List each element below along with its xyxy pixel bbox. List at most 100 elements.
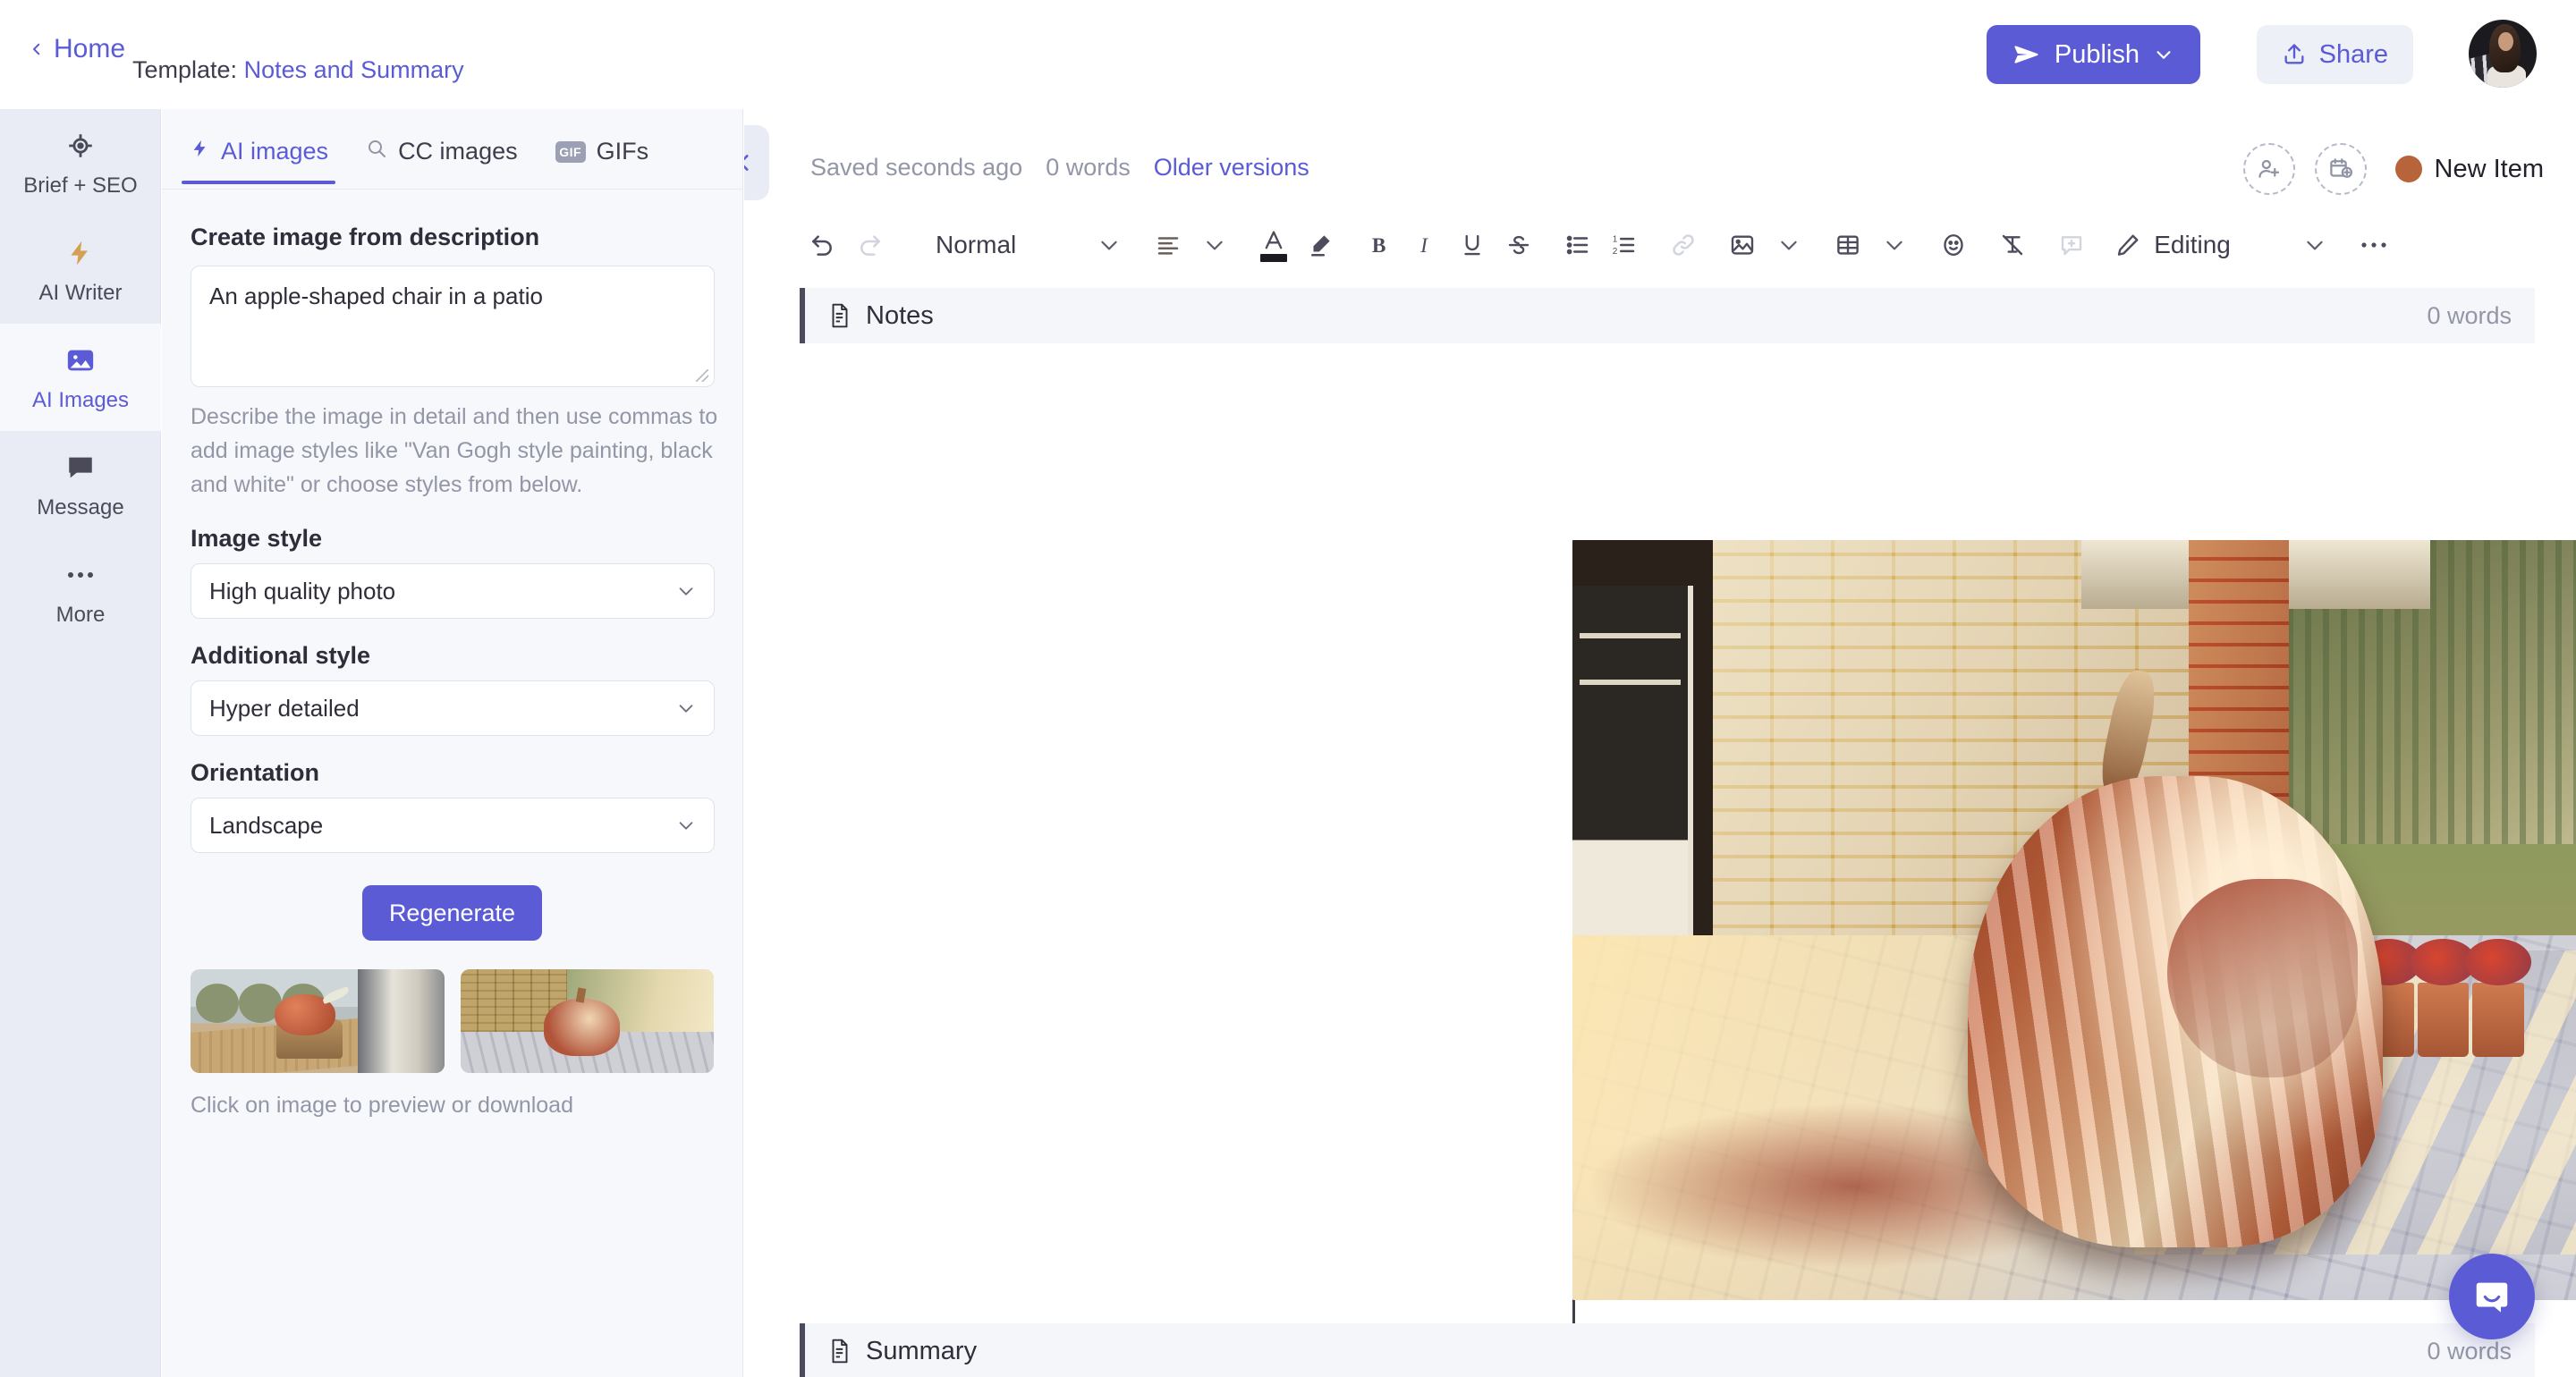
sidebar-item-more[interactable]: More [0,538,161,646]
avatar[interactable] [2469,20,2537,88]
editor-toolbar: Normal B I 1 2 Editing [800,207,2551,283]
additional-style-label: Additional style [191,642,371,669]
sidebar-item-label: AI Images [31,388,130,412]
thumbnail-item[interactable] [460,969,714,1073]
section-header-notes[interactable]: Notes 0 words [800,288,2535,343]
chevron-left-icon [744,155,749,171]
insert-image-chevron[interactable] [1766,218,1812,272]
sidebar-item-ai-writer[interactable]: AI Writer [0,216,161,324]
more-options-button[interactable] [2351,218,2397,272]
older-versions-link[interactable]: Older versions [1154,154,1309,182]
redo-button[interactable] [846,218,893,272]
home-back-link[interactable]: Home [29,34,125,64]
support-chat-button[interactable] [2449,1254,2535,1339]
underline-button[interactable] [1449,218,1496,272]
emoji-icon [1944,234,1963,256]
align-chevron[interactable] [1191,218,1238,272]
regenerate-button[interactable]: Regenerate [361,885,543,941]
add-collaborator-button[interactable] [2242,143,2295,195]
bullet-list-button[interactable] [1555,218,1601,272]
sidebar-item-ai-images[interactable]: AI Images [0,324,161,431]
art-pot [2411,939,2477,1057]
tab-gifs[interactable]: GIF GIFs [555,138,648,183]
sidebar-item-brief-seo[interactable]: Brief + SEO [0,109,161,216]
align-button[interactable] [1145,218,1191,272]
gif-icon: GIF [555,140,586,163]
prompt-value: An apple-shaped chair in a patio [209,283,543,309]
template-prefix-label: Template: [132,56,238,83]
document-meta-row: Saved seconds ago 0 words Older versions [810,154,1309,182]
numbered-list-icon: 1 2 [1613,234,1635,257]
numbered-list-button[interactable]: 1 2 [1601,218,1648,272]
tab-cc-images[interactable]: CC images [366,138,518,183]
message-icon [65,451,96,485]
editing-mode-chevron[interactable] [2292,218,2338,272]
section-label: Summary [828,1337,977,1366]
thumb-leaf [321,986,352,1005]
document-icon [832,1339,848,1364]
editing-mode-button[interactable]: Editing [2107,218,2250,272]
template-name-link[interactable]: Notes and Summary [244,56,464,83]
svg-text:I: I [1419,234,1428,258]
section-label: Notes [828,301,934,331]
bold-button[interactable]: B [1356,218,1402,272]
orientation-select[interactable]: Landscape [191,798,715,853]
svg-text:2: 2 [1613,247,1618,257]
text-color-swatch [1260,253,1288,262]
prompt-input[interactable]: An apple-shaped chair in a patio [191,266,715,387]
add-due-date-button[interactable] [2314,143,2367,195]
ai-images-panel: AI images CC images GIF GIFs Create imag… [162,109,743,1377]
highlight-button[interactable] [1297,218,1343,272]
document-item-chip[interactable]: New Item [2394,155,2544,184]
thumbnails-caption: Click on image to preview or download [191,1093,573,1118]
insert-table-chevron[interactable] [1871,218,1918,272]
thumbnail-list [191,969,714,1073]
image-style-label: Image style [191,525,323,552]
comment-plus-icon [2062,236,2082,256]
art-apple-chair [1967,775,2384,1247]
sidebar-item-message[interactable]: Message [0,431,161,538]
publish-label: Publish [2054,39,2140,69]
chevron-down-icon [1886,241,1902,250]
image-style-value: High quality photo [209,577,396,604]
ellipsis-icon [65,558,96,592]
image-style-select[interactable]: High quality photo [191,563,715,619]
share-button[interactable]: Share [2256,25,2413,84]
text-color-button[interactable] [1250,218,1297,272]
text-color-icon [1265,230,1283,249]
orientation-label: Orientation [191,759,320,786]
strikethrough-icon [1509,235,1530,255]
document-image[interactable] [1572,540,2576,1300]
clear-formatting-button[interactable] [1989,218,2036,272]
tab-ai-images[interactable]: AI images [181,137,336,184]
section-header-summary[interactable]: Summary 0 words [800,1323,2535,1377]
editing-mode-label: Editing [2154,231,2231,258]
chevron-down-icon [1207,241,1223,250]
bold-icon: B [1372,234,1386,258]
art-flower-pots [2355,939,2531,1057]
link-button[interactable] [1660,218,1707,272]
add-comment-button[interactable] [2048,218,2095,272]
editor-area: Saved seconds ago 0 words Older versions… [744,109,2576,1377]
collapse-panel-button[interactable] [744,125,769,200]
paragraph-style-select[interactable]: Normal [916,218,1036,272]
publish-button[interactable]: Publish [1986,25,2200,84]
insert-table-button[interactable] [1825,218,1871,272]
image-icon [1732,235,1754,255]
paragraph-style-chevron[interactable] [1086,218,1132,272]
emoji-button[interactable] [1930,218,1977,272]
chevron-down-icon [2157,51,2171,59]
bolt-icon [191,137,210,166]
undo-button[interactable] [800,218,846,272]
resize-grip[interactable] [696,369,708,382]
italic-button[interactable]: I [1402,218,1449,272]
section-title: Notes [866,300,934,330]
bullet-list-icon [1566,235,1589,255]
share-upload-icon [2284,44,2304,64]
art-chair-seat [2166,879,2359,1077]
additional-style-select[interactable]: Hyper detailed [191,680,715,736]
thumbnail-item[interactable] [191,969,445,1073]
insert-image-button[interactable] [1719,218,1766,272]
send-icon [2014,46,2038,63]
strikethrough-button[interactable] [1496,218,1542,272]
